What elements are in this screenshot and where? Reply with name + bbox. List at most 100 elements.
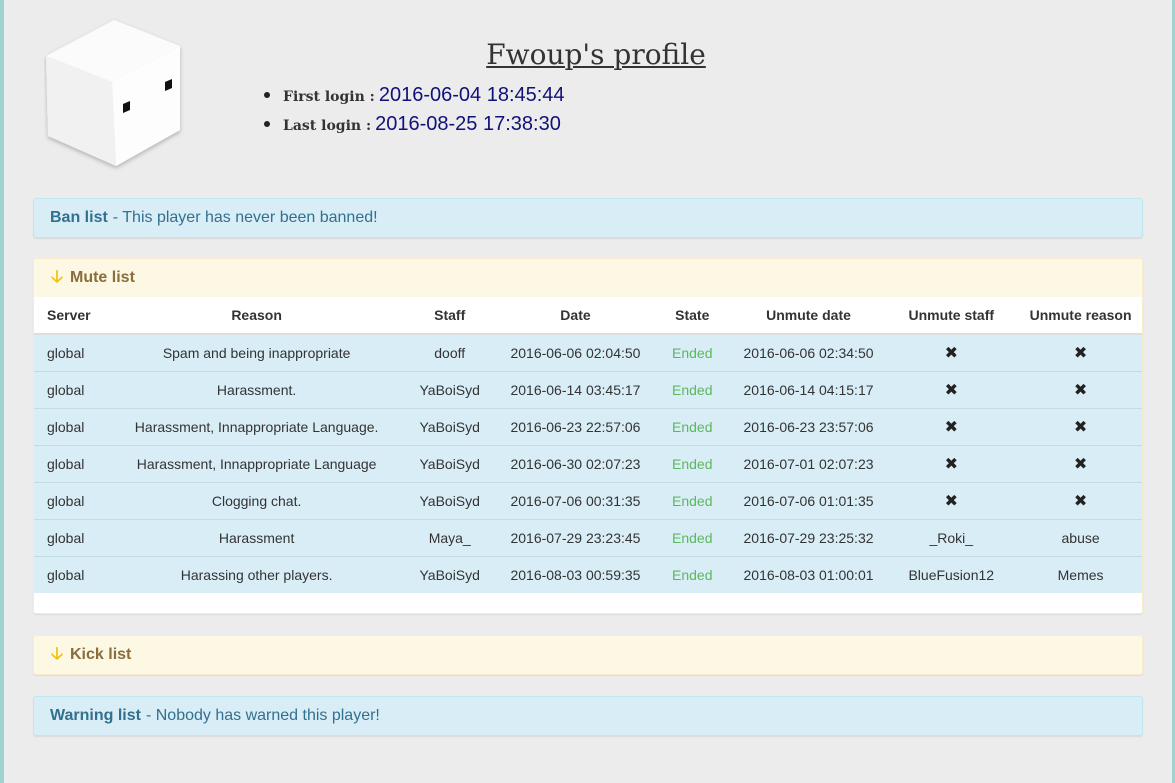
cell-server: global — [34, 407, 114, 445]
kick-list-heading[interactable]: 🡣 Kick list — [34, 636, 1142, 674]
cell-unmute-date: 2016-06-23 23:57:06 — [733, 407, 884, 445]
cell-date: 2016-06-30 02:07:23 — [500, 444, 651, 482]
x-mark-icon: ✖ — [1019, 407, 1142, 445]
profile-header: Fwoup's profile First login : 2016-06-04… — [34, 0, 1143, 190]
mute-table-header: Server Reason Staff Date State Unmute da… — [34, 297, 1142, 335]
column-header-unmute-staff: Unmute staff — [883, 297, 1020, 335]
last-login-label: Last login : — [283, 118, 372, 134]
last-login-value: 2016-08-25 17:38:30 — [375, 113, 561, 135]
table-row: global Harassing other players. YaBoiSyd 20… — [34, 555, 1142, 593]
x-mark-icon: ✖ — [883, 407, 1020, 445]
cell-state: Ended — [650, 407, 734, 445]
mute-table-body: global Spam and being inappropriate dooff 2… — [34, 333, 1142, 593]
ban-list-title: Ban list — [50, 209, 108, 226]
cell-state: Ended — [650, 518, 734, 556]
first-login-item: First login : 2016-06-04 18:45:44 — [264, 84, 565, 113]
cell-unmute-date: 2016-08-03 01:00:01 — [733, 555, 884, 593]
table-row: global Harassment. YaBoiSyd 2016-06-14 03:4… — [34, 370, 1142, 408]
cell-reason: Harassment, Innappropriate Language — [113, 444, 400, 482]
x-mark-icon: ✖ — [883, 481, 1020, 519]
cell-server: global — [34, 333, 114, 371]
cell-server: global — [34, 481, 114, 519]
ban-list-panel: Ban list - This player has never been ba… — [33, 198, 1143, 238]
x-mark-icon: ✖ — [1019, 444, 1142, 482]
cell-state: Ended — [650, 444, 734, 482]
cell-server: global — [34, 444, 114, 482]
cell-date: 2016-07-29 23:23:45 — [500, 518, 651, 556]
cell-unmute-reason: Memes — [1019, 555, 1142, 593]
cell-unmute-staff: _Roki_ — [883, 518, 1020, 556]
x-mark-icon: ✖ — [883, 333, 1020, 371]
page-title: Fwoup's profile — [486, 38, 706, 71]
table-row: global Harassment, Innappropriate Languag… — [34, 444, 1142, 482]
cell-server: global — [34, 555, 114, 593]
column-header-server: Server — [34, 297, 114, 335]
bullet-icon — [264, 121, 270, 127]
cell-reason: Harassment — [113, 518, 400, 556]
cell-unmute-staff: BlueFusion12 — [883, 555, 1020, 593]
x-mark-icon: ✖ — [883, 444, 1020, 482]
ban-list-heading: Ban list - This player has never been ba… — [34, 199, 1142, 237]
warning-list-message: - Nobody has warned this player! — [145, 707, 380, 724]
table-row: global Clogging chat. YaBoiSyd 2016-07-06 0… — [34, 481, 1142, 519]
window-border-left — [0, 0, 4, 783]
ban-list-message: - This player has never been banned! — [112, 209, 378, 226]
warning-list-panel: Warning list - Nobody has warned this pl… — [33, 696, 1143, 736]
cell-reason: Harassing other players. — [113, 555, 400, 593]
cell-staff: YaBoiSyd — [399, 370, 501, 408]
cell-date: 2016-07-06 00:31:35 — [500, 481, 651, 519]
kick-list-title: Kick list — [70, 646, 132, 663]
first-login-label: First login : — [283, 89, 375, 105]
first-login-value: 2016-06-04 18:45:44 — [378, 84, 565, 106]
column-header-state: State — [650, 297, 734, 335]
cell-staff: YaBoiSyd — [399, 444, 501, 482]
x-mark-icon: ✖ — [1019, 333, 1142, 371]
mute-list-footer — [34, 593, 1142, 613]
cell-reason: Clogging chat. — [113, 481, 400, 519]
cell-staff: YaBoiSyd — [399, 407, 501, 445]
cell-unmute-date: 2016-07-06 01:01:35 — [733, 481, 884, 519]
cell-unmute-reason: abuse — [1019, 518, 1142, 556]
bullet-icon — [264, 92, 270, 98]
mute-table: Server Reason Staff Date State Unmute da… — [34, 297, 1142, 593]
cell-server: global — [34, 370, 114, 408]
table-row: global Spam and being inappropriate dooff 2… — [34, 333, 1142, 371]
cell-unmute-date: 2016-06-14 04:15:17 — [733, 370, 884, 408]
mute-list-body: Server Reason Staff Date State Unmute da… — [34, 297, 1142, 613]
column-header-unmute-reason: Unmute reason — [1019, 297, 1142, 335]
cell-state: Ended — [650, 370, 734, 408]
cell-staff: YaBoiSyd — [399, 555, 501, 593]
kick-list-panel: 🡣 Kick list — [33, 635, 1143, 675]
column-header-staff: Staff — [399, 297, 501, 335]
mute-list-title: Mute list — [70, 269, 135, 286]
login-info-list: First login : 2016-06-04 18:45:44 Last l… — [264, 84, 565, 142]
cell-unmute-date: 2016-07-29 23:25:32 — [733, 518, 884, 556]
last-login-item: Last login : 2016-08-25 17:38:30 — [264, 113, 565, 142]
cell-unmute-date: 2016-07-01 02:07:23 — [733, 444, 884, 482]
cell-date: 2016-06-23 22:57:06 — [500, 407, 651, 445]
table-row: global Harassment Maya_ 2016-07-29 23:23:45… — [34, 518, 1142, 556]
cell-date: 2016-06-14 03:45:17 — [500, 370, 651, 408]
arrow-down-icon[interactable]: 🡣 — [50, 641, 64, 670]
warning-list-heading: Warning list - Nobody has warned this pl… — [34, 697, 1142, 735]
column-header-reason: Reason — [113, 297, 400, 335]
x-mark-icon: ✖ — [883, 370, 1020, 408]
cell-reason: Harassment. — [113, 370, 400, 408]
cell-staff: dooff — [399, 333, 501, 371]
cell-staff: YaBoiSyd — [399, 481, 501, 519]
warning-list-title: Warning list — [50, 707, 141, 724]
column-header-date: Date — [500, 297, 651, 335]
cell-date: 2016-08-03 00:59:35 — [500, 555, 651, 593]
x-mark-icon: ✖ — [1019, 370, 1142, 408]
table-row: global Harassment, Innappropriate Languag… — [34, 407, 1142, 445]
cell-state: Ended — [650, 555, 734, 593]
cell-reason: Spam and being inappropriate — [113, 333, 400, 371]
cell-staff: Maya_ — [399, 518, 501, 556]
mute-list-heading[interactable]: 🡣 Mute list — [34, 259, 1142, 297]
x-mark-icon: ✖ — [1019, 481, 1142, 519]
cell-reason: Harassment, Innappropriate Language. — [113, 407, 400, 445]
cell-server: global — [34, 518, 114, 556]
cell-state: Ended — [650, 481, 734, 519]
arrow-down-icon[interactable]: 🡣 — [50, 264, 64, 293]
column-header-unmute-date: Unmute date — [733, 297, 884, 335]
